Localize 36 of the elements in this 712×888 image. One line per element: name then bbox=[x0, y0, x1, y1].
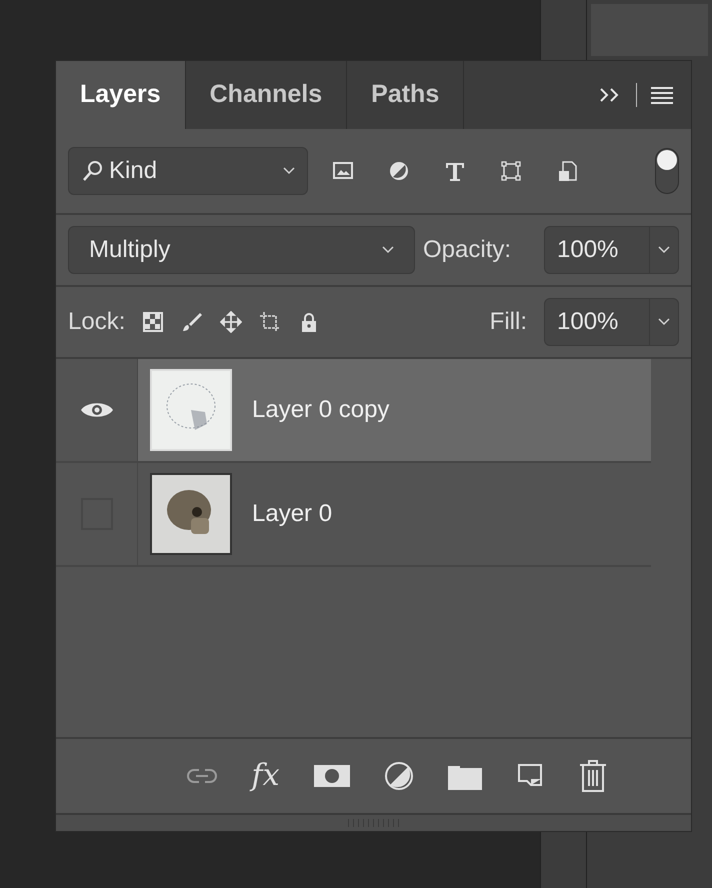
trash-icon[interactable] bbox=[578, 759, 608, 793]
chevron-down-icon bbox=[382, 246, 394, 254]
opacity-label: Opacity: bbox=[423, 235, 512, 265]
chevron-down-icon bbox=[658, 318, 670, 326]
menu-icon[interactable] bbox=[649, 85, 675, 105]
filter-dropdown[interactable]: Kind bbox=[68, 147, 308, 195]
type-icon[interactable] bbox=[444, 160, 466, 182]
crop-icon[interactable] bbox=[259, 311, 282, 333]
document-icon[interactable] bbox=[556, 160, 578, 182]
search-icon bbox=[81, 159, 105, 183]
fill-label: Fill: bbox=[490, 307, 527, 337]
chevron-down-icon bbox=[658, 246, 670, 254]
effects-button[interactable]: fx bbox=[251, 761, 280, 791]
fill-field[interactable]: 100% bbox=[544, 298, 679, 346]
chevron-down-icon bbox=[283, 167, 295, 175]
link-icon[interactable] bbox=[187, 766, 218, 786]
panel-tab[interactable]: Paths bbox=[347, 61, 464, 129]
half-circle-icon[interactable] bbox=[388, 160, 410, 182]
opacity-field[interactable]: 100% bbox=[544, 226, 679, 274]
layer-row[interactable]: Layer 0 copy bbox=[56, 359, 651, 463]
image-icon[interactable] bbox=[332, 160, 354, 182]
brush-icon[interactable] bbox=[181, 311, 204, 333]
lock-label: Lock: bbox=[68, 307, 126, 337]
blend-mode-dropdown[interactable]: Multiply bbox=[68, 226, 415, 274]
move-icon[interactable] bbox=[220, 311, 242, 333]
filter-toggle[interactable] bbox=[655, 148, 679, 194]
checkerboard-icon[interactable] bbox=[142, 311, 164, 333]
panel-tab[interactable]: Layers bbox=[56, 61, 186, 129]
half-circle-icon[interactable] bbox=[384, 761, 414, 791]
shape-icon[interactable] bbox=[500, 160, 522, 182]
mask-icon[interactable] bbox=[314, 763, 350, 789]
resize-grip[interactable] bbox=[56, 813, 691, 831]
layer-name: Layer 0 copy bbox=[252, 395, 390, 425]
layer-row[interactable]: Layer 0 bbox=[56, 463, 651, 567]
layer-name: Layer 0 bbox=[252, 499, 332, 529]
panel-tab[interactable]: Channels bbox=[186, 61, 348, 129]
